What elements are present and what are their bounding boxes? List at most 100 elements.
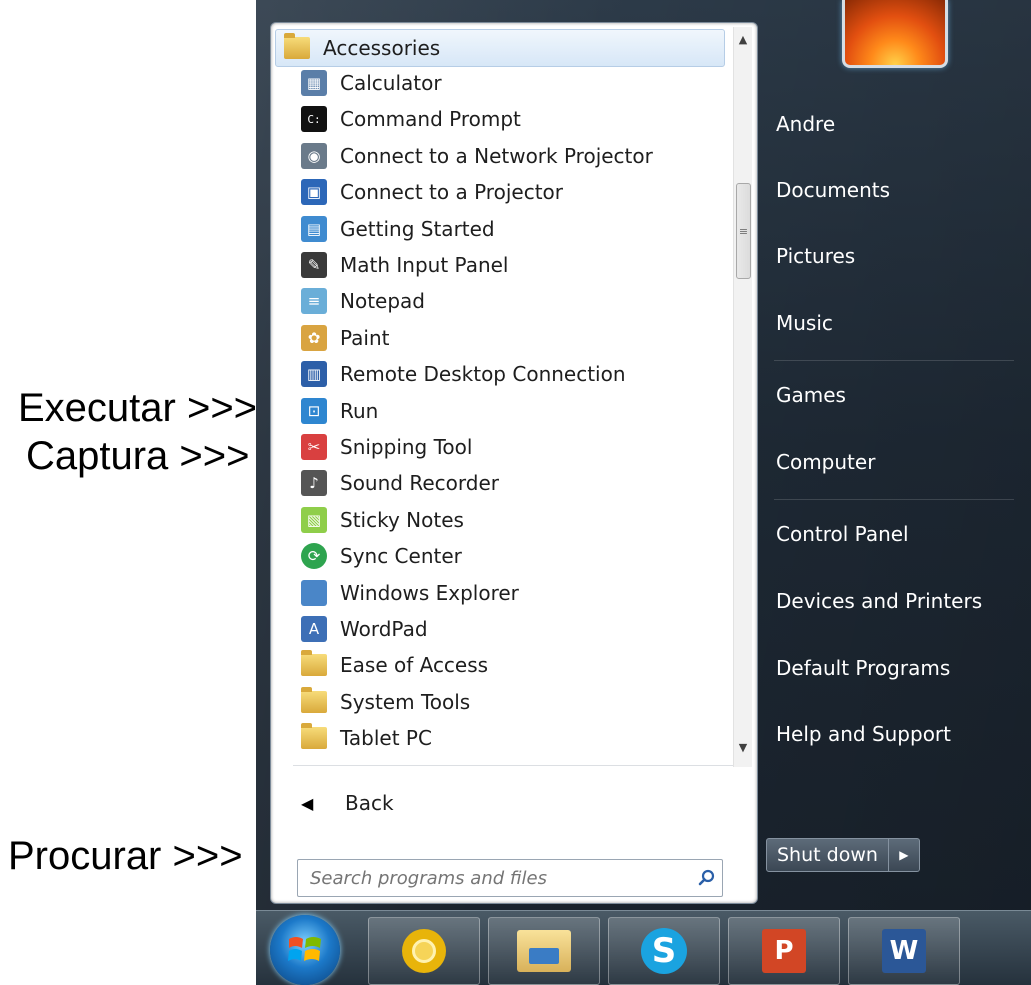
- taskbar-windows-explorer[interactable]: [488, 917, 600, 985]
- taskbar: S P W: [256, 910, 1031, 985]
- annotation-run: Executar >>>: [18, 386, 258, 430]
- annotation-search: Procurar >>>: [8, 834, 243, 878]
- right-item-computer[interactable]: Computer: [776, 444, 875, 480]
- program-item[interactable]: ⟳ Sync Center: [301, 538, 719, 574]
- right-item-music[interactable]: Music: [776, 305, 833, 341]
- program-item[interactable]: Ease of Access: [301, 647, 719, 683]
- program-item[interactable]: ≡ Notepad: [301, 283, 719, 319]
- remote-desktop-icon: ▥: [301, 361, 327, 388]
- folder-icon: [301, 723, 327, 750]
- getting-started-icon: ▤: [301, 215, 327, 242]
- scrollbar-thumb[interactable]: ≡: [736, 183, 751, 279]
- program-label: Math Input Panel: [340, 253, 509, 277]
- wordpad-icon: A: [301, 616, 327, 642]
- program-item[interactable]: ▧ Sticky Notes: [301, 502, 719, 538]
- windows-logo-icon: [288, 937, 321, 961]
- program-item[interactable]: A WordPad: [301, 611, 719, 647]
- program-item[interactable]: Windows Explorer: [301, 575, 719, 611]
- programs-pane: Accessories ▦ Calculator C: Command Prompt ◉…: [270, 22, 758, 904]
- program-label: Run: [340, 398, 379, 423]
- run-icon: ⊡: [301, 397, 327, 424]
- program-item[interactable]: ✂ Snipping Tool: [301, 429, 719, 465]
- right-item-user[interactable]: Andre: [776, 106, 835, 142]
- program-label: System Tools: [340, 689, 471, 714]
- right-item-default-programs[interactable]: Default Programs: [776, 650, 950, 686]
- right-pane: Andre Documents Pictures Music Games Com…: [756, 0, 1031, 985]
- right-item-documents[interactable]: Documents: [776, 172, 890, 208]
- word-icon: W: [882, 929, 926, 973]
- program-label: Command Prompt: [340, 107, 521, 132]
- program-label: Snipping Tool: [340, 435, 473, 459]
- program-label: Sync Center: [340, 544, 462, 569]
- right-item-pictures[interactable]: Pictures: [776, 238, 855, 274]
- divider: [774, 360, 1014, 361]
- program-label: Sound Recorder: [340, 471, 499, 496]
- program-label: Tablet PC: [340, 726, 432, 751]
- program-item[interactable]: ✎ Math Input Panel: [301, 247, 719, 283]
- program-item[interactable]: C: Command Prompt: [301, 101, 719, 137]
- search-box[interactable]: [297, 859, 723, 897]
- program-label: Paint: [340, 325, 390, 350]
- program-item[interactable]: ⊡ Run: [301, 393, 719, 429]
- windows-explorer-icon: [517, 930, 571, 972]
- folder-icon: [301, 579, 327, 606]
- paint-icon: ✿: [301, 324, 327, 351]
- scroll-down-arrow-icon[interactable]: ▼: [734, 739, 752, 757]
- divider: [293, 765, 733, 766]
- math-input-icon: ✎: [301, 252, 327, 278]
- program-label: Sticky Notes: [340, 507, 464, 532]
- program-item[interactable]: ▦ Calculator: [301, 65, 719, 101]
- taskbar-word[interactable]: W: [848, 917, 960, 985]
- start-menu: Accessories ▦ Calculator C: Command Prompt ◉…: [256, 0, 1031, 985]
- right-item-devices-printers[interactable]: Devices and Printers: [776, 583, 982, 619]
- back-label: Back: [345, 791, 394, 815]
- program-item[interactable]: ▣ Connect to a Projector: [301, 174, 719, 210]
- annotation-snipping: Captura >>>: [26, 434, 250, 478]
- notepad-icon: ≡: [301, 288, 327, 315]
- program-item[interactable]: System Tools: [301, 684, 719, 720]
- program-label: Connect to a Network Projector: [340, 143, 653, 168]
- shutdown-options-arrow-icon[interactable]: ▶: [888, 838, 920, 872]
- back-arrow-icon: ◀: [301, 793, 314, 813]
- back-button[interactable]: ◀ Back: [301, 785, 394, 821]
- chrome-icon: [402, 929, 446, 973]
- program-label: Connect to a Projector: [340, 180, 563, 205]
- skype-icon: S: [641, 928, 687, 974]
- search-input[interactable]: [308, 862, 692, 894]
- taskbar-chrome[interactable]: [368, 917, 480, 985]
- microphone-icon: ♪: [301, 470, 327, 497]
- start-button[interactable]: [270, 915, 340, 985]
- shutdown-button[interactable]: Shut down: [766, 838, 889, 872]
- program-label: Calculator: [340, 71, 442, 95]
- taskbar-skype[interactable]: S: [608, 917, 720, 985]
- program-item[interactable]: ▥ Remote Desktop Connection: [301, 356, 719, 392]
- program-label: Getting Started: [340, 216, 495, 241]
- program-label: Notepad: [340, 289, 425, 314]
- program-list: Accessories ▦ Calculator C: Command Prompt ◉…: [271, 23, 731, 763]
- program-label: Accessories: [323, 36, 441, 60]
- folder-icon: [301, 650, 327, 677]
- command-prompt-icon: C:: [301, 106, 327, 133]
- program-label: WordPad: [340, 617, 428, 641]
- program-label: Ease of Access: [340, 653, 489, 678]
- program-label: Windows Explorer: [340, 580, 519, 605]
- folder-icon: [301, 686, 327, 713]
- taskbar-powerpoint[interactable]: P: [728, 917, 840, 985]
- scroll-up-arrow-icon[interactable]: ▲: [734, 31, 752, 49]
- user-avatar[interactable]: [842, 0, 948, 68]
- accessories-folder[interactable]: Accessories: [275, 29, 725, 67]
- sync-icon: ⟳: [301, 543, 327, 570]
- program-item[interactable]: ◉ Connect to a Network Projector: [301, 138, 719, 174]
- right-item-control-panel[interactable]: Control Panel: [776, 516, 909, 552]
- programs-scrollbar[interactable]: ▲ ≡ ▼: [733, 27, 752, 767]
- program-item[interactable]: ♪ Sound Recorder: [301, 465, 719, 501]
- program-item[interactable]: Tablet PC: [301, 720, 719, 756]
- shutdown-control: Shut down ▶: [766, 838, 920, 872]
- program-item[interactable]: ▤ Getting Started: [301, 211, 719, 247]
- calculator-icon: ▦: [301, 70, 327, 96]
- right-item-games[interactable]: Games: [776, 377, 846, 413]
- search-icon[interactable]: [692, 863, 722, 893]
- right-item-help-support[interactable]: Help and Support: [776, 716, 951, 752]
- scissors-icon: ✂: [301, 434, 327, 460]
- program-item[interactable]: ✿ Paint: [301, 320, 719, 356]
